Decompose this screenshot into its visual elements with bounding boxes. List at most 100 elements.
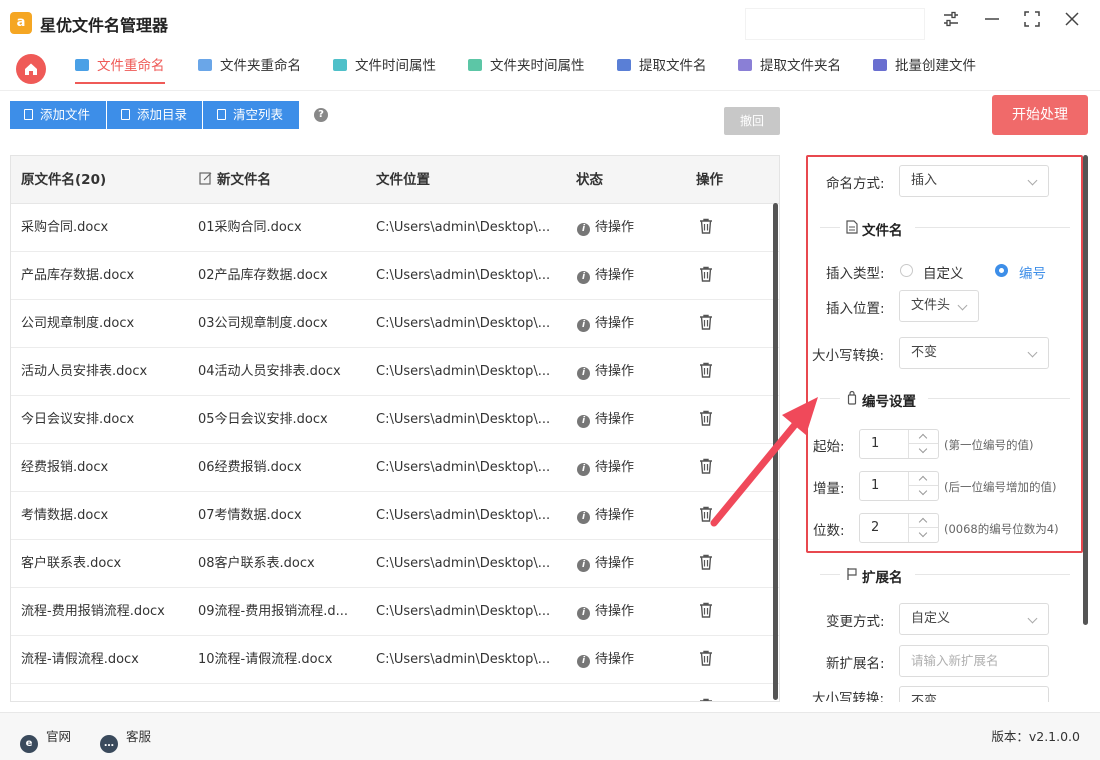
cell-location: C:\Users\admin\Desktop\... [376, 556, 551, 571]
table-row[interactable]: 流程-费用报销流程.docx 09流程-费用报销流程.d... C:\Users\a… [11, 588, 779, 636]
cell-new-name: 01采购合同.docx [198, 220, 302, 235]
tab-file-rename[interactable]: 文件重命名 [75, 46, 165, 90]
tab-extract-filename[interactable]: 提取文件名 [617, 46, 707, 90]
tab-folder-time[interactable]: 文件夹时间属性 [468, 46, 585, 90]
add-file-button[interactable]: 添加文件 [10, 101, 106, 129]
tab-folder-rename[interactable]: 文件夹重命名 [198, 46, 301, 90]
cell-original-name: 流程-费用报销流程.docx [21, 604, 165, 619]
header-original-name[interactable]: 原文件名(20) [21, 156, 106, 204]
extension-section-title: 扩展名 [862, 570, 903, 586]
cell-original-name: 采购合同.docx [21, 220, 109, 235]
new-extension-input[interactable]: 请输入新扩展名 [899, 645, 1049, 677]
cell-status: i 待操作 [577, 492, 677, 540]
cell-new-name: 04活动人员安排表.docx [198, 364, 341, 379]
file-icon [24, 109, 33, 120]
cell-status: i 待操作 [577, 252, 677, 300]
header-action: 操作 [696, 172, 723, 188]
title-bar: a 星优文件名管理器 [0, 0, 1100, 46]
cell-status: i 待操作 [577, 540, 677, 588]
cell-location: C:\Users\admin\Desktop\... [376, 364, 551, 379]
info-icon: i [577, 223, 590, 236]
settings-sliders-icon[interactable] [938, 10, 964, 36]
panel-scrollbar[interactable] [1083, 155, 1088, 625]
cell-location: C:\Users\admin\Desktop\... [376, 508, 551, 523]
cell-status: i 待操作 [577, 204, 677, 252]
file-rename-icon [75, 59, 89, 71]
folder-icon [121, 109, 130, 120]
minimize-icon[interactable] [979, 10, 1005, 36]
chat-icon: … [100, 735, 118, 753]
delete-row-icon[interactable] [697, 361, 715, 383]
cell-original-name: 经费报销.docx [21, 460, 109, 475]
info-icon: i [577, 607, 590, 620]
cell-status: i 待操作 [577, 300, 677, 348]
header-status[interactable]: 状态 [576, 156, 603, 204]
cell-location: C:\Users\admin\Desktop\... [376, 604, 551, 619]
info-icon: i [577, 511, 590, 524]
table-row[interactable]: 活动人员安排表.docx 04活动人员安排表.docx C:\Users\admin… [11, 348, 779, 396]
cell-status: i 待操作 [577, 444, 677, 492]
table-row[interactable]: 流程-请假流程.docx 10流程-请假流程.docx C:\Users\admin… [11, 636, 779, 684]
clear-list-button[interactable]: 清空列表 [203, 101, 299, 129]
cell-new-name: 02产品库存数据.docx [198, 268, 328, 283]
red-arrow-annotation [710, 397, 818, 527]
table-row[interactable] [11, 684, 779, 701]
header-new-name[interactable]: 新文件名 [199, 156, 271, 204]
home-button[interactable] [16, 54, 46, 84]
batch-create-icon [873, 59, 887, 71]
table-row[interactable]: 今日会议安排.docx 05今日会议安排.docx C:\Users\admin\D… [11, 396, 779, 444]
add-directory-button[interactable]: 添加目录 [107, 101, 202, 129]
table-row[interactable]: 采购合同.docx 01采购合同.docx C:\Users\admin\Deskt… [11, 204, 779, 252]
cell-new-name: 05今日会议安排.docx [198, 412, 328, 427]
home-icon [25, 63, 37, 75]
info-icon: i [577, 559, 590, 572]
maximize-icon[interactable] [1019, 10, 1045, 36]
cell-original-name: 产品库存数据.docx [21, 268, 135, 283]
extract-foldername-icon [738, 59, 752, 71]
help-icon[interactable]: ? [314, 108, 328, 122]
delete-row-icon[interactable] [697, 601, 715, 623]
tab-bar: 文件重命名 文件夹重命名 文件时间属性 文件夹时间属性 提取文件名 提取文件夹名… [0, 46, 1100, 90]
change-mode-select[interactable]: 自定义 [899, 603, 1049, 635]
tab-batch-create[interactable]: 批量创建文件 [873, 46, 976, 90]
file-time-icon [333, 59, 347, 71]
cell-location: C:\Users\admin\Desktop\... [376, 268, 551, 283]
ext-case-select[interactable]: 不变 [899, 686, 1049, 702]
tab-file-time[interactable]: 文件时间属性 [333, 46, 436, 90]
table-row[interactable]: 公司规章制度.docx 03公司规章制度.docx C:\Users\admin\D… [11, 300, 779, 348]
folder-rename-icon [198, 59, 212, 71]
highlight-box [806, 155, 1083, 553]
info-icon: i [577, 367, 590, 380]
table-row[interactable]: 考情数据.docx 07考情数据.docx C:\Users\admin\Deskt… [11, 492, 779, 540]
header-location[interactable]: 文件位置 [376, 156, 430, 204]
delete-row-icon[interactable] [697, 265, 715, 287]
extension-flag-icon [847, 568, 857, 580]
cell-new-name: 06经费报销.docx [198, 460, 302, 475]
delete-row-icon[interactable] [697, 313, 715, 335]
folder-time-icon [468, 59, 482, 71]
delete-row-icon[interactable] [697, 553, 715, 575]
table-row[interactable]: 客户联系表.docx 08客户联系表.docx C:\Users\admin\Des… [11, 540, 779, 588]
info-icon: i [577, 415, 590, 428]
cell-location: C:\Users\admin\Desktop\... [376, 316, 551, 331]
cell-new-name: 03公司规章制度.docx [198, 316, 328, 331]
info-icon: i [577, 271, 590, 284]
delete-row-icon[interactable] [697, 217, 715, 239]
close-icon[interactable] [1059, 10, 1085, 36]
table-row[interactable]: 产品库存数据.docx 02产品库存数据.docx C:\Users\admin\D… [11, 252, 779, 300]
version-label: 版本：v2.1.0.0 [991, 729, 1080, 744]
edit-icon [199, 172, 212, 185]
undo-button[interactable]: 撤回 [724, 107, 780, 135]
delete-row-icon[interactable] [697, 649, 715, 671]
start-processing-button[interactable]: 开始处理 [992, 95, 1088, 135]
website-link[interactable]: e 官网 [20, 727, 71, 753]
delete-row-icon[interactable] [697, 697, 715, 701]
table-row[interactable]: 经费报销.docx 06经费报销.docx C:\Users\admin\Deskt… [11, 444, 779, 492]
cell-status: i 待操作 [577, 348, 677, 396]
cell-location: C:\Users\admin\Desktop\... [376, 652, 551, 667]
tab-extract-foldername[interactable]: 提取文件夹名 [738, 46, 841, 90]
app-title: 星优文件名管理器 [40, 16, 169, 35]
change-mode-label: 变更方式: [826, 614, 885, 630]
support-link[interactable]: … 客服 [100, 727, 151, 753]
cell-new-name: 09流程-费用报销流程.d... [198, 604, 349, 619]
